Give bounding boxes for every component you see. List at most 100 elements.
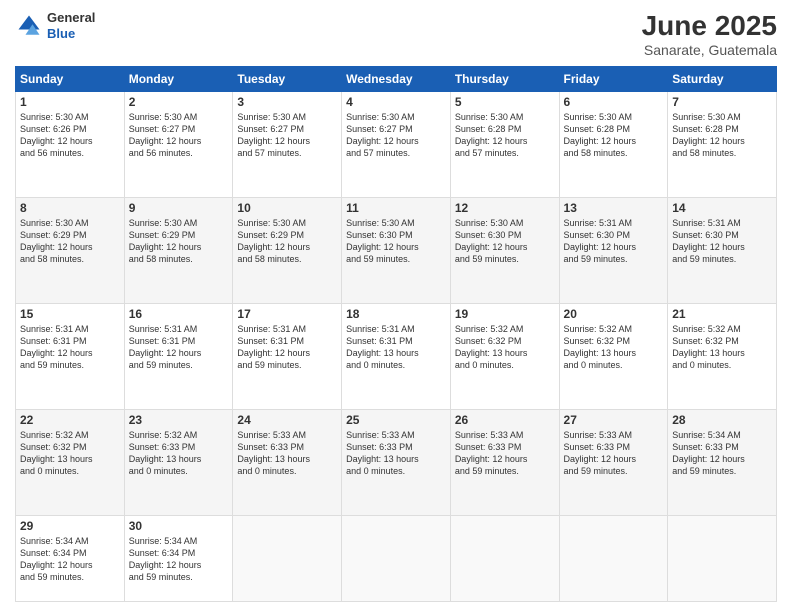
day-info: Sunrise: 5:32 AM Sunset: 6:32 PM Dayligh… [20, 429, 120, 478]
day-info: Sunrise: 5:32 AM Sunset: 6:32 PM Dayligh… [564, 323, 664, 372]
day-info: Sunrise: 5:30 AM Sunset: 6:30 PM Dayligh… [455, 217, 555, 266]
calendar-cell: 4Sunrise: 5:30 AM Sunset: 6:27 PM Daylig… [342, 92, 451, 198]
day-number: 20 [564, 307, 664, 321]
day-info: Sunrise: 5:30 AM Sunset: 6:27 PM Dayligh… [129, 111, 229, 160]
day-info: Sunrise: 5:33 AM Sunset: 6:33 PM Dayligh… [237, 429, 337, 478]
col-wednesday: Wednesday [342, 67, 451, 92]
calendar-cell: 22 Sunrise: 5:32 AM Sunset: 6:32 PM Dayli… [16, 409, 125, 515]
day-number: 17 [237, 307, 337, 321]
day-info: Sunrise: 5:30 AM Sunset: 6:28 PM Dayligh… [564, 111, 664, 160]
day-number: 26 [455, 413, 555, 427]
day-info: Sunrise: 5:32 AM Sunset: 6:32 PM Dayligh… [455, 323, 555, 372]
day-number: 27 [564, 413, 664, 427]
calendar-cell: 11 Sunrise: 5:30 AM Sunset: 6:30 PM Dayli… [342, 197, 451, 303]
calendar-cell: 24 Sunrise: 5:33 AM Sunset: 6:33 PM Dayli… [233, 409, 342, 515]
day-info: Sunrise: 5:30 AM Sunset: 6:29 PM Dayligh… [129, 217, 229, 266]
day-number: 3 [237, 95, 337, 109]
day-info: Sunrise: 5:33 AM Sunset: 6:33 PM Dayligh… [564, 429, 664, 478]
calendar-cell [342, 515, 451, 601]
calendar-title: June 2025 [642, 10, 777, 42]
calendar-week-row: 8Sunrise: 5:30 AM Sunset: 6:29 PM Daylig… [16, 197, 777, 303]
day-info: Sunrise: 5:32 AM Sunset: 6:33 PM Dayligh… [129, 429, 229, 478]
calendar-week-row: 22 Sunrise: 5:32 AM Sunset: 6:32 PM Dayli… [16, 409, 777, 515]
calendar-cell: 8Sunrise: 5:30 AM Sunset: 6:29 PM Daylig… [16, 197, 125, 303]
calendar-cell: 6 Sunrise: 5:30 AM Sunset: 6:28 PM Daylig… [559, 92, 668, 198]
day-info: Sunrise: 5:30 AM Sunset: 6:29 PM Dayligh… [20, 217, 120, 266]
day-info: Sunrise: 5:30 AM Sunset: 6:29 PM Dayligh… [237, 217, 337, 266]
day-number: 25 [346, 413, 446, 427]
day-number: 6 [564, 95, 664, 109]
calendar-cell: 28Sunrise: 5:34 AM Sunset: 6:33 PM Dayli… [668, 409, 777, 515]
title-block: June 2025 Sanarate, Guatemala [642, 10, 777, 58]
logo-icon [15, 12, 43, 40]
day-info: Sunrise: 5:31 AM Sunset: 6:31 PM Dayligh… [20, 323, 120, 372]
day-number: 19 [455, 307, 555, 321]
day-info: Sunrise: 5:32 AM Sunset: 6:32 PM Dayligh… [672, 323, 772, 372]
day-info: Sunrise: 5:34 AM Sunset: 6:34 PM Dayligh… [20, 535, 120, 584]
day-number: 30 [129, 519, 229, 533]
calendar-cell: 2 Sunrise: 5:30 AM Sunset: 6:27 PM Daylig… [124, 92, 233, 198]
day-info: Sunrise: 5:30 AM Sunset: 6:28 PM Dayligh… [455, 111, 555, 160]
calendar-week-row: 1 Sunrise: 5:30 AM Sunset: 6:26 PM Daylig… [16, 92, 777, 198]
day-number: 29 [20, 519, 120, 533]
calendar-cell: 10 Sunrise: 5:30 AM Sunset: 6:29 PM Dayli… [233, 197, 342, 303]
day-number: 11 [346, 201, 446, 215]
logo: General Blue [15, 10, 95, 41]
calendar-cell: 3 Sunrise: 5:30 AM Sunset: 6:27 PM Daylig… [233, 92, 342, 198]
day-info: Sunrise: 5:30 AM Sunset: 6:26 PM Dayligh… [20, 111, 120, 160]
calendar-cell: 21Sunrise: 5:32 AM Sunset: 6:32 PM Dayli… [668, 303, 777, 409]
day-number: 15 [20, 307, 120, 321]
day-number: 14 [672, 201, 772, 215]
day-number: 22 [20, 413, 120, 427]
col-thursday: Thursday [450, 67, 559, 92]
calendar-cell: 9Sunrise: 5:30 AM Sunset: 6:29 PM Daylig… [124, 197, 233, 303]
day-number: 7 [672, 95, 772, 109]
col-tuesday: Tuesday [233, 67, 342, 92]
day-info: Sunrise: 5:33 AM Sunset: 6:33 PM Dayligh… [455, 429, 555, 478]
calendar-cell: 13 Sunrise: 5:31 AM Sunset: 6:30 PM Dayli… [559, 197, 668, 303]
day-info: Sunrise: 5:30 AM Sunset: 6:30 PM Dayligh… [346, 217, 446, 266]
day-info: Sunrise: 5:30 AM Sunset: 6:28 PM Dayligh… [672, 111, 772, 160]
calendar-location: Sanarate, Guatemala [642, 42, 777, 58]
col-friday: Friday [559, 67, 668, 92]
day-info: Sunrise: 5:34 AM Sunset: 6:34 PM Dayligh… [129, 535, 229, 584]
day-info: Sunrise: 5:31 AM Sunset: 6:30 PM Dayligh… [564, 217, 664, 266]
day-number: 13 [564, 201, 664, 215]
col-monday: Monday [124, 67, 233, 92]
day-number: 23 [129, 413, 229, 427]
day-number: 1 [20, 95, 120, 109]
calendar-cell: 7 Sunrise: 5:30 AM Sunset: 6:28 PM Daylig… [668, 92, 777, 198]
logo-blue-text: Blue [47, 26, 95, 42]
header: General Blue June 2025 Sanarate, Guatema… [15, 10, 777, 58]
col-saturday: Saturday [668, 67, 777, 92]
col-sunday: Sunday [16, 67, 125, 92]
calendar-cell: 30 Sunrise: 5:34 AM Sunset: 6:34 PM Dayli… [124, 515, 233, 601]
calendar-cell [233, 515, 342, 601]
logo-text: General Blue [47, 10, 95, 41]
day-info: Sunrise: 5:33 AM Sunset: 6:33 PM Dayligh… [346, 429, 446, 478]
day-number: 5 [455, 95, 555, 109]
calendar-cell: 19 Sunrise: 5:32 AM Sunset: 6:32 PM Dayli… [450, 303, 559, 409]
day-info: Sunrise: 5:31 AM Sunset: 6:30 PM Dayligh… [672, 217, 772, 266]
calendar-cell: 14 Sunrise: 5:31 AM Sunset: 6:30 PM Dayli… [668, 197, 777, 303]
calendar-cell: 1 Sunrise: 5:30 AM Sunset: 6:26 PM Daylig… [16, 92, 125, 198]
calendar-cell: 5 Sunrise: 5:30 AM Sunset: 6:28 PM Daylig… [450, 92, 559, 198]
calendar-cell: 20 Sunrise: 5:32 AM Sunset: 6:32 PM Dayli… [559, 303, 668, 409]
calendar-cell: 26 Sunrise: 5:33 AM Sunset: 6:33 PM Dayli… [450, 409, 559, 515]
day-number: 4 [346, 95, 446, 109]
calendar-cell [450, 515, 559, 601]
day-number: 10 [237, 201, 337, 215]
calendar-cell: 23 Sunrise: 5:32 AM Sunset: 6:33 PM Dayli… [124, 409, 233, 515]
logo-general-text: General [47, 10, 95, 26]
day-number: 16 [129, 307, 229, 321]
day-number: 18 [346, 307, 446, 321]
day-number: 2 [129, 95, 229, 109]
day-info: Sunrise: 5:30 AM Sunset: 6:27 PM Dayligh… [237, 111, 337, 160]
day-info: Sunrise: 5:31 AM Sunset: 6:31 PM Dayligh… [346, 323, 446, 372]
day-info: Sunrise: 5:31 AM Sunset: 6:31 PM Dayligh… [237, 323, 337, 372]
calendar-cell [668, 515, 777, 601]
calendar-week-row: 15 Sunrise: 5:31 AM Sunset: 6:31 PM Dayli… [16, 303, 777, 409]
day-info: Sunrise: 5:34 AM Sunset: 6:33 PM Dayligh… [672, 429, 772, 478]
day-number: 24 [237, 413, 337, 427]
calendar-cell [559, 515, 668, 601]
